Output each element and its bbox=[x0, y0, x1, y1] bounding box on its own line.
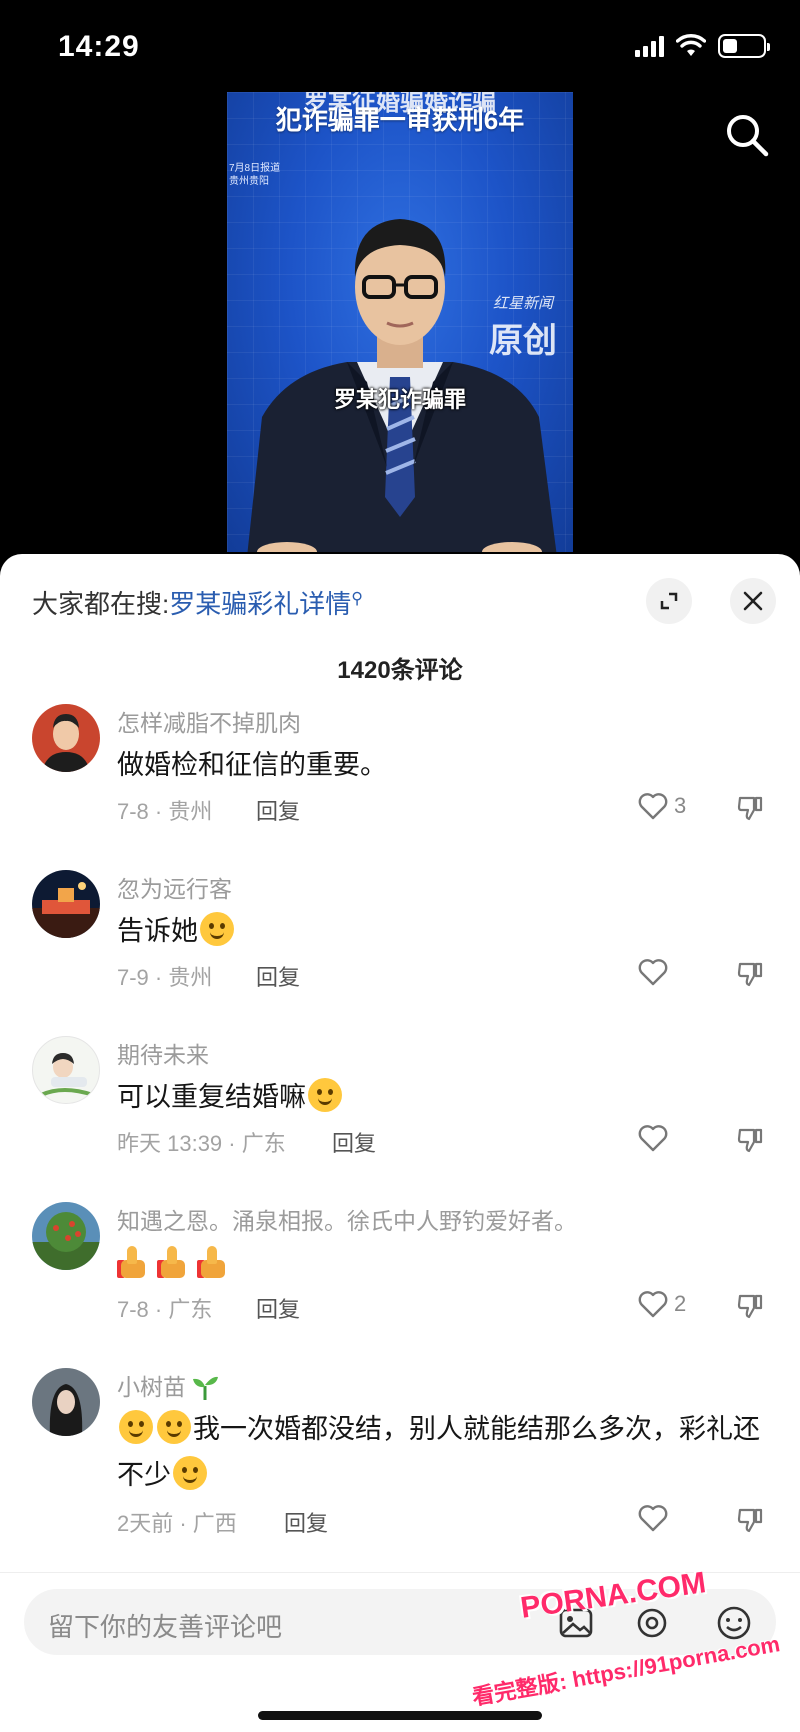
expand-icon bbox=[660, 592, 678, 610]
comment-author[interactable]: 怎样减脂不掉肌肉 bbox=[117, 704, 301, 738]
close-button[interactable] bbox=[730, 578, 776, 624]
dislike-icon[interactable] bbox=[736, 1506, 764, 1534]
news-logo-small: 红星新闻 bbox=[492, 295, 553, 312]
comment-meta: 7-8 · 贵州 bbox=[117, 799, 213, 824]
winking-tongue-emoji-icon bbox=[200, 912, 234, 946]
home-indicator[interactable] bbox=[258, 1711, 542, 1720]
reply-button[interactable]: 回复 bbox=[256, 960, 300, 992]
comment-sheet: 大家都在搜:罗某骗彩礼详情⚲ 1420条评论 怎样减脂不掉肌肉 做婚检和征信的重… bbox=[0, 554, 800, 1732]
comment-text: 做婚检和征信的重要。 bbox=[117, 750, 387, 780]
like-count: 2 bbox=[674, 1291, 687, 1316]
pouting-emoji-icon bbox=[157, 1410, 191, 1444]
avatar[interactable] bbox=[32, 1036, 100, 1104]
comment-item[interactable]: 小树苗 我一次婚都没结，别人就能结那么多次，彩礼还不少 2天前 · 广西 回复 bbox=[0, 1368, 800, 1558]
comment-author-name: 小树苗 bbox=[117, 1374, 186, 1400]
dislike-icon[interactable] bbox=[736, 1292, 764, 1320]
comment-text-content: 可以重复结婚嘛 bbox=[117, 1082, 306, 1112]
heart-icon bbox=[638, 1291, 668, 1318]
heart-icon bbox=[638, 959, 668, 986]
status-icons bbox=[635, 34, 770, 58]
comment-item[interactable]: 期待未来 可以重复结婚嘛 昨天 13:39 · 广东 回复 bbox=[0, 1036, 800, 1202]
thumbs-up-emoji-icon bbox=[117, 1244, 149, 1278]
reply-button[interactable]: 回复 bbox=[284, 1506, 328, 1538]
thumbs-up-emoji-icon bbox=[197, 1244, 229, 1278]
dislike-icon[interactable] bbox=[736, 794, 764, 822]
search-icon[interactable] bbox=[722, 110, 772, 160]
comment-text: 我一次婚都没结，别人就能结那么多次，彩礼还不少 bbox=[117, 1406, 777, 1498]
news-logo: 红星新闻 原创 bbox=[489, 292, 557, 362]
grimacing-sweat-emoji-icon bbox=[173, 1456, 207, 1490]
comment-meta: 7-8 · 广东 bbox=[117, 1297, 213, 1322]
cellular-signal-icon bbox=[635, 35, 664, 57]
like-count: 3 bbox=[674, 793, 687, 818]
reply-button[interactable]: 回复 bbox=[256, 1292, 300, 1324]
comment-input-placeholder: 留下你的友善评论吧 bbox=[48, 1612, 283, 1642]
like-button[interactable] bbox=[638, 1504, 674, 1532]
comment-author[interactable]: 期待未来 bbox=[117, 1036, 209, 1070]
comment-count: 1420条评论 bbox=[337, 657, 463, 684]
comment-list: 怎样减脂不掉肌肉 做婚检和征信的重要。 7-8 · 贵州 回复 3 忽为远行客 … bbox=[0, 704, 800, 1558]
like-button[interactable] bbox=[638, 1124, 674, 1152]
comment-author[interactable]: 忽为远行客 bbox=[117, 870, 232, 904]
comment-meta: 7-9 · 贵州 bbox=[117, 965, 213, 990]
avatar[interactable] bbox=[32, 1368, 100, 1436]
trending-search[interactable]: 大家都在搜:罗某骗彩礼详情⚲ bbox=[32, 584, 363, 621]
search-small-icon: ⚲ bbox=[351, 590, 363, 608]
pouting-emoji-icon bbox=[119, 1410, 153, 1444]
video-caption: 罗某犯诈骗罪 bbox=[333, 387, 466, 412]
battery-icon bbox=[718, 34, 770, 58]
heart-icon bbox=[638, 793, 668, 820]
avatar[interactable] bbox=[32, 870, 100, 938]
comment-input-bar: 留下你的友善评论吧 PORNA.COM 看完整版: https://91porn… bbox=[0, 1566, 800, 1732]
comment-meta: 2天前 · 广西 bbox=[117, 1511, 237, 1536]
like-button[interactable]: 3 bbox=[638, 792, 686, 820]
wifi-icon bbox=[676, 34, 706, 56]
trending-search-link[interactable]: 罗某骗彩礼详情 bbox=[169, 589, 351, 619]
comment-item[interactable]: 忽为远行客 告诉她 7-9 · 贵州 回复 bbox=[0, 870, 800, 1036]
avatar[interactable] bbox=[32, 704, 100, 772]
thumbs-up-emoji-icon bbox=[157, 1244, 189, 1278]
comment-meta: 昨天 13:39 · 广东 bbox=[117, 1131, 286, 1156]
video-player[interactable]: 罗某征婚骗婚诈骗 犯诈骗罪一审获刑6年 7月8日报道 贵州贵阳 红星新闻 原创 … bbox=[0, 90, 800, 555]
comment-item[interactable]: 知遇之恩。涌泉相报。徐氏中人野钓爱好者。 7-8 · 广东 回复 2 bbox=[0, 1202, 800, 1368]
dislike-icon[interactable] bbox=[736, 1126, 764, 1154]
trending-search-prefix: 大家都在搜: bbox=[32, 589, 170, 619]
status-time: 14:29 bbox=[58, 30, 140, 63]
avatar[interactable] bbox=[32, 1202, 100, 1270]
comment-item[interactable]: 怎样减脂不掉肌肉 做婚检和征信的重要。 7-8 · 贵州 回复 3 bbox=[0, 704, 800, 870]
comment-author[interactable]: 知遇之恩。涌泉相报。徐氏中人野钓爱好者。 bbox=[117, 1202, 577, 1236]
news-logo-big: 原创 bbox=[489, 321, 557, 361]
close-icon bbox=[743, 591, 763, 611]
reply-button[interactable]: 回复 bbox=[332, 1126, 376, 1158]
comment-text bbox=[117, 1240, 777, 1286]
comment-text: 告诉她 bbox=[117, 908, 777, 954]
expand-button[interactable] bbox=[646, 578, 692, 624]
comment-text: 可以重复结婚嘛 bbox=[117, 1074, 777, 1120]
video-headline: 犯诈骗罪一审获刑6年 bbox=[275, 105, 525, 135]
heart-icon bbox=[638, 1505, 668, 1532]
comment-text-content: 告诉她 bbox=[117, 916, 198, 946]
comment-text-content: 我一次婚都没结，别人就能结那么多次，彩礼还不少 bbox=[117, 1414, 760, 1490]
dislike-icon[interactable] bbox=[736, 960, 764, 988]
sprout-icon bbox=[193, 1376, 218, 1400]
video-frame[interactable]: 罗某征婚骗婚诈骗 犯诈骗罪一审获刑6年 7月8日报道 贵州贵阳 红星新闻 原创 … bbox=[227, 92, 573, 552]
crying-laughing-emoji-icon bbox=[308, 1078, 342, 1112]
like-button[interactable]: 2 bbox=[638, 1290, 686, 1318]
comment-author[interactable]: 小树苗 bbox=[117, 1368, 220, 1402]
heart-icon bbox=[638, 1125, 668, 1152]
reply-button[interactable]: 回复 bbox=[256, 794, 300, 826]
like-button[interactable] bbox=[638, 958, 674, 986]
status-bar: 14:29 bbox=[0, 0, 800, 90]
